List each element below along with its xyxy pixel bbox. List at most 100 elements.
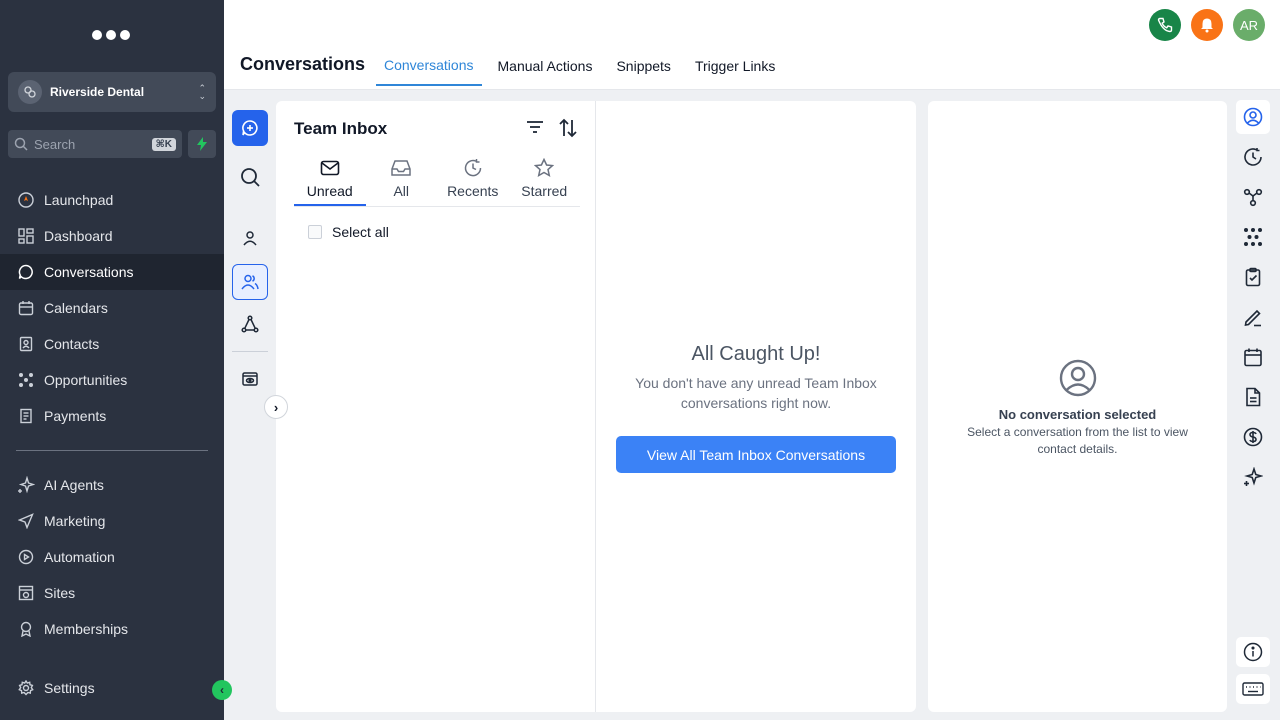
account-switcher[interactable]: Riverside Dental ⌃ ⌄ bbox=[8, 72, 216, 112]
sidebar-item-conversations[interactable]: Conversations bbox=[0, 254, 224, 290]
sidebar-item-label: Calendars bbox=[44, 300, 108, 316]
ai-assist-tool[interactable] bbox=[1236, 460, 1270, 494]
phone-icon bbox=[1157, 17, 1173, 33]
new-conversation-button[interactable] bbox=[232, 110, 268, 146]
workflow-icon bbox=[1243, 188, 1263, 207]
sidebar-item-label: Sites bbox=[44, 585, 76, 601]
filter-tab-label: Unread bbox=[306, 183, 353, 199]
list-tools bbox=[525, 117, 579, 139]
collapse-sidebar-button[interactable]: ‹ bbox=[212, 680, 232, 700]
chevron-right-icon: › bbox=[273, 399, 279, 415]
appointments-tool[interactable] bbox=[1236, 340, 1270, 374]
filter-tab-starred[interactable]: Starred bbox=[509, 157, 581, 206]
sidebar-item-opportunities[interactable]: Opportunities bbox=[0, 362, 224, 398]
tab-trigger-links[interactable]: Trigger Links bbox=[687, 46, 783, 86]
sidebar-item-marketing[interactable]: Marketing bbox=[0, 503, 224, 539]
keyboard-shortcuts-button[interactable] bbox=[1236, 674, 1270, 704]
sidebar-item-contacts[interactable]: Contacts bbox=[0, 326, 224, 362]
main-sidebar: Riverside Dental ⌃⌄ ⌘K Launchpad Dashboa… bbox=[0, 0, 224, 720]
sidebar-item-label: Conversations bbox=[44, 264, 134, 280]
phone-button[interactable] bbox=[1149, 9, 1181, 41]
sidebar-item-ai-agents[interactable]: AI Agents bbox=[0, 467, 224, 503]
sidebar-item-settings[interactable]: Settings bbox=[0, 670, 224, 706]
filter-icon[interactable] bbox=[525, 117, 545, 137]
sort-icon[interactable] bbox=[557, 117, 579, 139]
triangle-nodes-icon bbox=[241, 315, 259, 333]
rail-divider bbox=[232, 351, 268, 352]
sidebar-item-label: Launchpad bbox=[44, 192, 114, 208]
sidebar-item-calendars[interactable]: Calendars bbox=[0, 290, 224, 326]
user-circle-icon bbox=[1243, 107, 1263, 127]
inbox-filter-tabs: Unread All Recents Starred bbox=[294, 157, 580, 207]
documents-tool[interactable] bbox=[1236, 380, 1270, 414]
inbox-title: Team Inbox bbox=[294, 119, 388, 138]
channels-button[interactable] bbox=[232, 306, 268, 342]
network-icon bbox=[1244, 228, 1262, 246]
user-avatar[interactable]: AR bbox=[1233, 9, 1265, 41]
tab-manual-actions[interactable]: Manual Actions bbox=[490, 46, 601, 86]
info-button[interactable] bbox=[1236, 637, 1270, 667]
filter-tab-all[interactable]: All bbox=[366, 157, 438, 206]
select-all-checkbox[interactable] bbox=[308, 225, 322, 239]
eye-window-icon bbox=[242, 372, 258, 386]
address-book-icon bbox=[16, 334, 36, 354]
preview-inbox-button[interactable] bbox=[232, 361, 268, 397]
select-all-row[interactable]: Select all bbox=[308, 224, 389, 240]
pen-icon bbox=[1244, 309, 1261, 327]
sparkle-icon bbox=[1244, 467, 1263, 486]
sidebar-item-label: Dashboard bbox=[44, 228, 113, 244]
search-icon bbox=[14, 137, 28, 151]
search-icon bbox=[241, 168, 260, 187]
send-icon bbox=[16, 511, 36, 531]
tasks-tool[interactable] bbox=[1236, 260, 1270, 294]
star-icon bbox=[534, 158, 555, 177]
chevron-left-icon: ‹ bbox=[220, 683, 224, 697]
sidebar-item-automation[interactable]: Automation bbox=[0, 539, 224, 575]
sidebar-nav-primary: Launchpad Dashboard Conversations Calend… bbox=[0, 182, 224, 434]
expand-rail-button[interactable]: › bbox=[264, 395, 288, 419]
chat-plus-icon bbox=[242, 120, 258, 136]
empty-state-text: You don't have any unread Team Inbox con… bbox=[635, 375, 877, 411]
gear-icon bbox=[16, 678, 36, 698]
users-icon bbox=[241, 274, 259, 290]
opportunities-tool[interactable] bbox=[1236, 220, 1270, 254]
contact-details-tool[interactable] bbox=[1236, 100, 1270, 134]
search-box[interactable]: ⌘K bbox=[8, 130, 182, 158]
view-all-conversations-button[interactable]: View All Team Inbox Conversations bbox=[616, 436, 896, 473]
sidebar-item-label: Automation bbox=[44, 549, 115, 565]
envelope-icon bbox=[320, 160, 340, 176]
sidebar-nav-footer: Settings bbox=[0, 670, 224, 706]
search-conversations-button[interactable] bbox=[232, 159, 268, 195]
activity-tool[interactable] bbox=[1236, 140, 1270, 174]
sparkle-icon bbox=[16, 475, 36, 495]
contact-detail-panel: No conversation selected Select a conver… bbox=[928, 101, 1227, 712]
sidebar-item-dashboard[interactable]: Dashboard bbox=[0, 218, 224, 254]
empty-state-title: All Caught Up! bbox=[691, 343, 821, 365]
sidebar-item-sites[interactable]: Sites bbox=[0, 575, 224, 611]
team-inbox-button[interactable] bbox=[232, 264, 268, 300]
calendar-icon bbox=[1244, 348, 1262, 367]
quick-action-button[interactable] bbox=[188, 130, 216, 158]
tab-snippets[interactable]: Snippets bbox=[608, 46, 678, 86]
search-input[interactable] bbox=[34, 136, 144, 152]
filter-tab-recents[interactable]: Recents bbox=[437, 157, 509, 206]
no-selection-text: Select a conversation from the list to v… bbox=[967, 425, 1188, 456]
notifications-button[interactable] bbox=[1191, 9, 1223, 41]
workflow-tool[interactable] bbox=[1236, 180, 1270, 214]
select-all-label: Select all bbox=[332, 224, 389, 240]
chevron-updown-icon: ⌃ ⌄ bbox=[198, 83, 206, 101]
sidebar-item-payments[interactable]: Payments bbox=[0, 398, 224, 434]
header-tabs: Conversations Manual Actions Snippets Tr… bbox=[376, 46, 783, 88]
filter-tab-unread[interactable]: Unread bbox=[294, 157, 366, 206]
tab-conversations[interactable]: Conversations bbox=[376, 46, 482, 86]
notes-tool[interactable] bbox=[1236, 300, 1270, 334]
clock-history-icon bbox=[1244, 148, 1262, 166]
sidebar-item-launchpad[interactable]: Launchpad bbox=[0, 182, 224, 218]
payments-tool[interactable] bbox=[1236, 420, 1270, 454]
sidebar-item-label: AI Agents bbox=[44, 477, 104, 493]
sidebar-item-label: Memberships bbox=[44, 621, 129, 637]
my-inbox-button[interactable] bbox=[232, 220, 268, 256]
account-logo-icon bbox=[18, 80, 42, 104]
sidebar-item-memberships[interactable]: Memberships bbox=[0, 611, 224, 647]
app-logo bbox=[92, 30, 130, 40]
